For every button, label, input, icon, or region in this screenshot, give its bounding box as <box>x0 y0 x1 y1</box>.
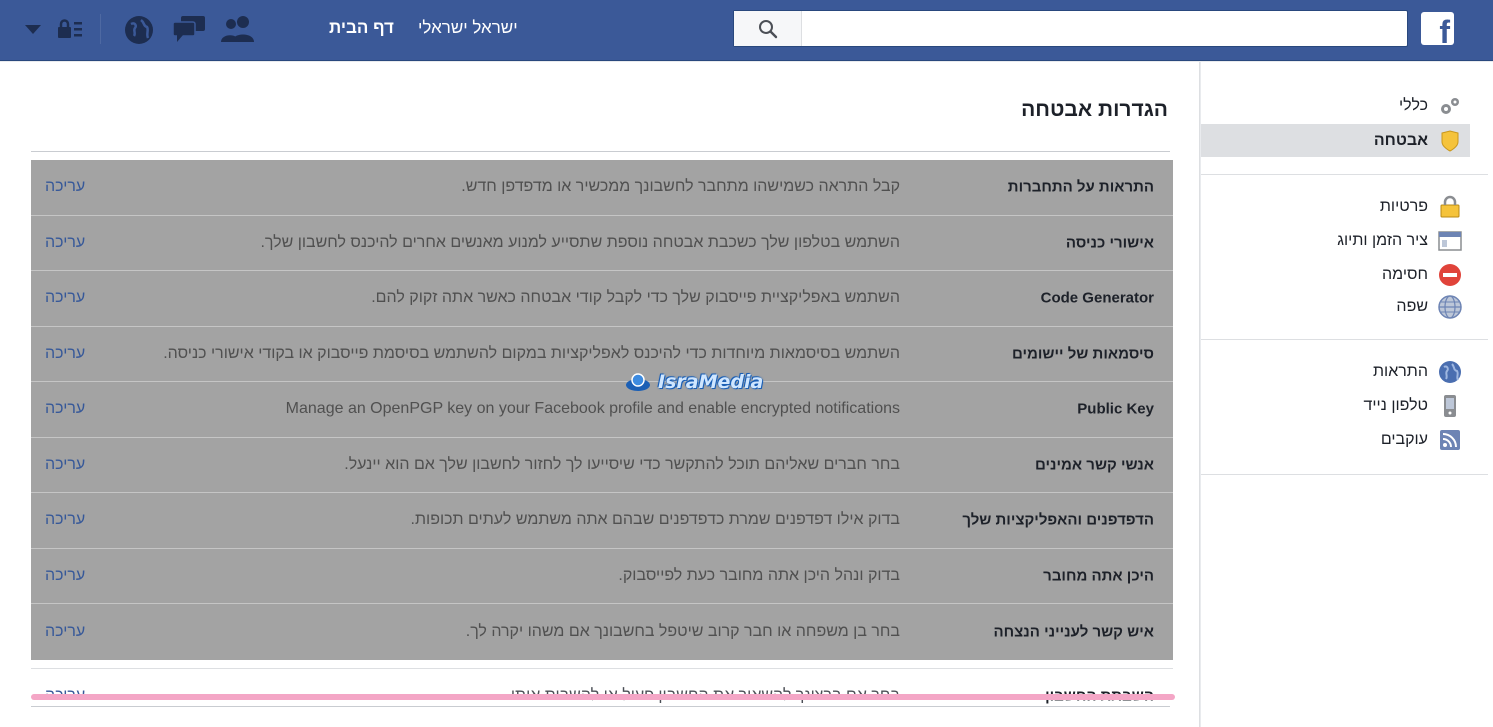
sidebar-item-security[interactable]: אבטחה <box>1201 124 1470 157</box>
nav-user-name[interactable]: ישראל ישראלי <box>418 18 518 38</box>
sidebar-item-label: שפה <box>1396 297 1428 315</box>
search-button[interactable] <box>734 11 802 46</box>
timeline-icon <box>1438 230 1462 251</box>
security-settings-list: התראות על התחברות קבל התראה כשמישהו מתחב… <box>31 160 1173 723</box>
settings-row-public-key[interactable]: Public Key Manage an OpenPGP key on your… <box>31 382 1173 438</box>
row-description: בחר בן משפחה או חבר קרוב שיטפל בחשבונך א… <box>465 622 900 640</box>
settings-row-trusted-contacts[interactable]: אנשי קשר אמינים בחר חברים שאליהם תוכל לה… <box>31 437 1173 493</box>
sidebar-item-label: אבטחה <box>1373 131 1428 149</box>
world-icon <box>1439 360 1461 383</box>
row-description: בדוק ונהל היכן אתה מחובר כעת לפייסבוק. <box>618 566 900 584</box>
settings-row-login-alerts[interactable]: התראות על התחברות קבל התראה כשמישהו מתחב… <box>31 160 1173 216</box>
edit-link[interactable]: עריכה <box>45 567 85 585</box>
sidebar-item-language[interactable]: שפה <box>1201 290 1470 323</box>
nav-home[interactable]: דף הבית <box>329 18 394 38</box>
sidebar-item-label: חסימה <box>1382 265 1428 283</box>
sidebar-item-label: פרטיות <box>1379 197 1428 215</box>
rss-icon <box>1440 429 1460 450</box>
sidebar-item-mobile[interactable]: טלפון נייד <box>1201 389 1470 422</box>
edit-link[interactable]: עריכה <box>45 400 85 418</box>
search-box <box>733 10 1408 47</box>
settings-sidebar: כללי אבטחה פרטיות ציר הזמן ותיוג חסימה ש… <box>1201 62 1493 727</box>
sidebar-item-general[interactable]: כללי <box>1201 89 1470 122</box>
row-title: איש קשר לענייני הנצחה <box>993 623 1154 641</box>
edit-link[interactable]: עריכה <box>45 623 85 641</box>
settings-row-browsers-apps[interactable]: הדפדפנים והאפליקציות שלך בדוק אילו דפדפנ… <box>31 493 1173 549</box>
edit-link[interactable]: עריכה <box>45 456 85 474</box>
edit-link[interactable]: עריכה <box>45 289 85 307</box>
row-description: קבל התראה כשמישהו מתחבר לחשבונך ממכשיר א… <box>461 178 900 196</box>
page-title: הגדרות אבטחה <box>1021 98 1168 121</box>
sidebar-item-privacy[interactable]: פרטיות <box>1201 190 1470 223</box>
sidebar-divider <box>1201 174 1488 175</box>
row-description: השתמש באפליקציית פייסבוק שלך כדי לקבל קו… <box>371 289 900 307</box>
search-icon <box>758 19 777 38</box>
edit-link[interactable]: עריכה <box>45 511 85 529</box>
settings-row-legacy-contact[interactable]: איש קשר לענייני הנצחה בחר בן משפחה או חב… <box>31 604 1173 660</box>
bottom-divider <box>31 706 1170 707</box>
nav-divider <box>100 14 101 44</box>
row-title: Code Generator <box>1040 289 1154 307</box>
settings-row-code-generator[interactable]: Code Generator השתמש באפליקציית פייסבוק … <box>31 271 1173 327</box>
gears-icon <box>1441 97 1459 114</box>
settings-main-panel: הגדרות אבטחה התראות על התחברות קבל התראה… <box>0 62 1200 727</box>
row-description: בחר חברים שאליהם תוכל להתקשר כדי שיסייעו… <box>344 455 900 473</box>
row-spacer <box>31 660 1173 668</box>
sidebar-item-label: כללי <box>1398 96 1428 114</box>
watermark-emblem-icon <box>626 373 650 391</box>
friend-requests-icon[interactable] <box>219 14 257 44</box>
block-icon <box>1439 263 1461 286</box>
lock-icon <box>1440 195 1460 217</box>
sidebar-item-blocking[interactable]: חסימה <box>1201 258 1470 291</box>
messages-icon[interactable] <box>171 14 207 44</box>
highlight-underline <box>31 694 1175 700</box>
edit-link[interactable]: עריכה <box>45 234 85 252</box>
top-bar: f ישראל ישראלי דף הבית <box>0 0 1493 61</box>
sidebar-item-notifications[interactable]: התראות <box>1201 355 1470 388</box>
edit-link[interactable]: עריכה <box>45 345 85 363</box>
row-description: Manage an OpenPGP key on your Facebook p… <box>285 400 900 418</box>
watermark-logo: IsraMedia <box>624 370 794 394</box>
sidebar-item-label: עוקבים <box>1380 430 1428 448</box>
settings-row-app-passwords[interactable]: סיסמאות של יישומים השתמש בסיסמאות מיוחדו… <box>31 326 1173 382</box>
sidebar-divider <box>1201 339 1488 340</box>
settings-row-login-approvals[interactable]: אישורי כניסה השתמש בטלפון שלך כשכבת אבטח… <box>31 215 1173 271</box>
sidebar-item-timeline[interactable]: ציר הזמן ותיוג <box>1201 224 1470 257</box>
row-description: בדוק אילו דפדפנים שמרת כדפדפנים שבהם אתה… <box>410 511 900 529</box>
row-title: אנשי קשר אמינים <box>1034 456 1154 474</box>
watermark-text: IsraMedia <box>658 371 764 393</box>
sidebar-item-label: ציר הזמן ותיוג <box>1337 231 1428 249</box>
sidebar-item-label: טלפון נייד <box>1363 396 1428 414</box>
row-title: סיסמאות של יישומים <box>1011 345 1154 363</box>
edit-link[interactable]: עריכה <box>45 178 85 196</box>
search-input[interactable] <box>804 11 1404 46</box>
mobile-icon <box>1444 394 1456 417</box>
row-description: השתמש בסיסמאות מיוחדות כדי להיכנס לאפליק… <box>163 344 900 362</box>
title-divider <box>31 151 1170 152</box>
notifications-globe-icon[interactable] <box>123 14 155 46</box>
row-title: התראות על התחברות <box>1007 178 1154 196</box>
facebook-logo[interactable]: f <box>1421 12 1454 45</box>
row-title: הדפדפנים והאפליקציות שלך <box>962 511 1154 529</box>
globe-icon <box>1438 294 1462 319</box>
shield-icon <box>1441 129 1459 152</box>
privacy-shortcuts-icon[interactable] <box>56 18 84 40</box>
account-menu-chevron-icon[interactable] <box>24 24 42 36</box>
settings-row-where-logged-in[interactable]: היכן אתה מחובר בדוק ונהל היכן אתה מחובר … <box>31 548 1173 604</box>
sidebar-item-label: התראות <box>1373 362 1428 380</box>
sidebar-divider <box>1201 474 1488 475</box>
row-title: היכן אתה מחובר <box>1043 567 1154 585</box>
sidebar-item-followers[interactable]: עוקבים <box>1201 423 1470 456</box>
row-title: Public Key <box>1077 400 1154 418</box>
row-description: השתמש בטלפון שלך כשכבת אבטחה נוספת שתסיי… <box>260 233 900 251</box>
row-title: אישורי כניסה <box>1065 234 1154 252</box>
